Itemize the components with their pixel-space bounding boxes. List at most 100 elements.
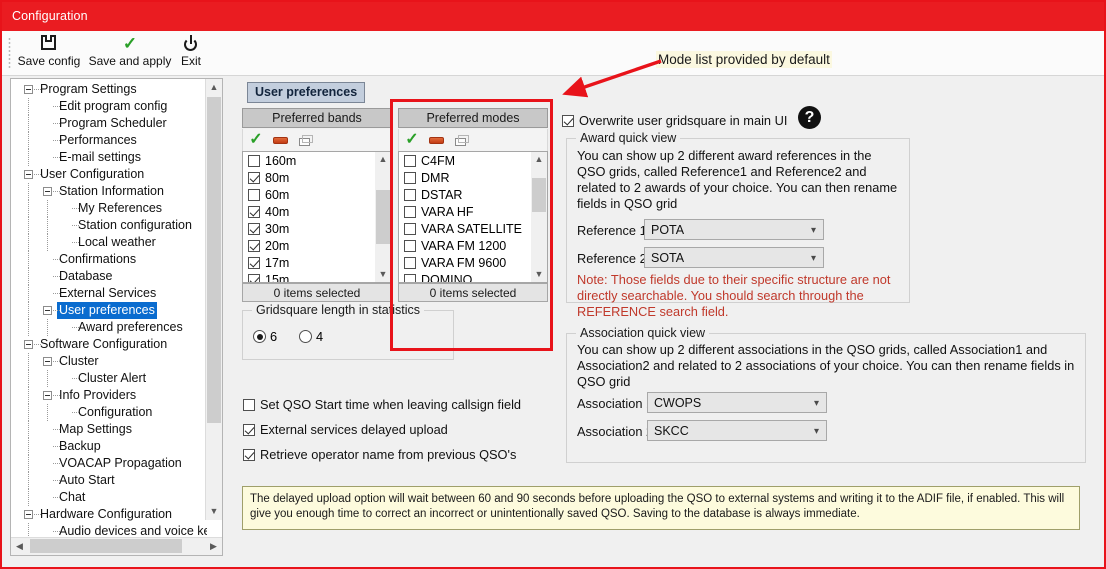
list-item[interactable]: VARA FM 9600 bbox=[399, 255, 531, 272]
sidebar-item-e-mail-settings[interactable]: E-mail settings bbox=[11, 149, 207, 166]
checkbox-overwrite-gridsquare[interactable]: Overwrite user gridsquare in main UI bbox=[562, 113, 787, 128]
list-item[interactable]: 40m bbox=[243, 204, 375, 221]
save-and-apply-button[interactable]: ✓ Save and apply bbox=[82, 33, 178, 73]
sidebar-item-confirmations[interactable]: Confirmations bbox=[11, 251, 207, 268]
checkbox-box[interactable] bbox=[404, 257, 416, 269]
sidebar-item-external-services[interactable]: External Services bbox=[11, 285, 207, 302]
checkbox-box[interactable] bbox=[248, 240, 260, 252]
gridsquare-option-6[interactable]: 6 bbox=[253, 329, 277, 344]
preferred-bands-body[interactable]: 160m 80m 60m 40m 30m 20m 17m 15m ▲ ▼ bbox=[242, 151, 392, 283]
list-item[interactable]: DSTAR bbox=[399, 187, 531, 204]
checkbox-box[interactable] bbox=[248, 189, 260, 201]
copy-icon[interactable] bbox=[451, 132, 469, 148]
tree-expander-icon[interactable] bbox=[43, 306, 52, 315]
list-item[interactable]: VARA FM 1200 bbox=[399, 238, 531, 255]
sidebar-item-station-information[interactable]: Station Information bbox=[11, 183, 207, 200]
reference-2-select[interactable]: SOTA ▾ bbox=[644, 247, 824, 268]
tree-expander-icon[interactable] bbox=[24, 85, 33, 94]
sidebar-item-configuration[interactable]: Configuration bbox=[11, 404, 207, 421]
sidebar-item-hardware-configuration[interactable]: Hardware Configuration bbox=[11, 506, 207, 523]
sidebar-item-backup[interactable]: Backup bbox=[11, 438, 207, 455]
check-all-icon[interactable]: ✓ bbox=[403, 132, 421, 148]
checkbox-box[interactable] bbox=[248, 223, 260, 235]
checkbox-box[interactable] bbox=[248, 206, 260, 218]
list-item[interactable]: 60m bbox=[243, 187, 375, 204]
tree-hscroll-thumb[interactable] bbox=[30, 539, 182, 553]
association-2-select[interactable]: SKCC ▾ bbox=[647, 420, 827, 441]
sidebar-item-user-preferences[interactable]: User preferences bbox=[11, 302, 207, 319]
copy-icon[interactable] bbox=[295, 132, 313, 148]
scroll-down-icon[interactable]: ▼ bbox=[206, 503, 222, 520]
checkbox-box[interactable] bbox=[404, 223, 416, 235]
sidebar-item-audio-devices-and-voice-keyer[interactable]: Audio devices and voice keyer bbox=[11, 523, 207, 537]
tree-vscroll-thumb[interactable] bbox=[207, 97, 221, 423]
exit-button[interactable]: Exit bbox=[172, 33, 210, 73]
bands-scroll-thumb[interactable] bbox=[376, 190, 390, 244]
preferred-modes-body[interactable]: C4FM DMR DSTAR VARA HF VARA SATELLITE VARA FM… bbox=[398, 151, 548, 283]
tree-vertical-scrollbar[interactable]: ▲ ▼ bbox=[205, 79, 222, 520]
uncheck-all-icon[interactable] bbox=[271, 132, 289, 148]
sidebar-item-local-weather[interactable]: Local weather bbox=[11, 234, 207, 251]
list-item[interactable]: VARA SATELLITE bbox=[399, 221, 531, 238]
sidebar-item-station-configuration[interactable]: Station configuration bbox=[11, 217, 207, 234]
check-all-icon[interactable]: ✓ bbox=[247, 132, 265, 148]
sidebar-item-info-providers[interactable]: Info Providers bbox=[11, 387, 207, 404]
radio-4[interactable] bbox=[299, 330, 312, 343]
checkbox-set-qso-start-time[interactable]: Set QSO Start time when leaving callsign… bbox=[243, 397, 521, 412]
settings-tree[interactable]: Program Settings Edit program config Progr… bbox=[11, 81, 207, 537]
tree-expander-icon[interactable] bbox=[43, 357, 52, 366]
scroll-right-icon[interactable]: ▶ bbox=[205, 538, 222, 555]
scroll-up-icon[interactable]: ▲ bbox=[375, 152, 391, 167]
checkbox-box[interactable] bbox=[404, 206, 416, 218]
checkbox-box[interactable] bbox=[248, 155, 260, 167]
list-item[interactable]: 30m bbox=[243, 221, 375, 238]
sidebar-item-performances[interactable]: Performances bbox=[11, 132, 207, 149]
gridsquare-option-4[interactable]: 4 bbox=[299, 329, 323, 344]
sidebar-item-database[interactable]: Database bbox=[11, 268, 207, 285]
checkbox-box[interactable] bbox=[404, 189, 416, 201]
checkbox-box[interactable] bbox=[248, 172, 260, 184]
tree-expander-icon[interactable] bbox=[24, 510, 33, 519]
sidebar-item-auto-start[interactable]: Auto Start bbox=[11, 472, 207, 489]
checkbox-box[interactable] bbox=[404, 172, 416, 184]
checkbox-box[interactable] bbox=[243, 449, 255, 461]
list-item[interactable]: 160m bbox=[243, 153, 375, 170]
checkbox-box[interactable] bbox=[562, 115, 574, 127]
list-item[interactable]: DOMINO bbox=[399, 272, 531, 282]
list-item[interactable]: 20m bbox=[243, 238, 375, 255]
sidebar-item-voacap-propagation[interactable]: VOACAP Propagation bbox=[11, 455, 207, 472]
scroll-down-icon[interactable]: ▼ bbox=[531, 267, 547, 282]
association-1-select[interactable]: CWOPS ▾ bbox=[647, 392, 827, 413]
list-item[interactable]: 17m bbox=[243, 255, 375, 272]
scroll-up-icon[interactable]: ▲ bbox=[531, 152, 547, 167]
tree-horizontal-scrollbar[interactable]: ◀ ▶ bbox=[11, 537, 222, 555]
sidebar-item-program-scheduler[interactable]: Program Scheduler bbox=[11, 115, 207, 132]
list-item[interactable]: 15m bbox=[243, 272, 375, 282]
sidebar-item-chat[interactable]: Chat bbox=[11, 489, 207, 506]
checkbox-box[interactable] bbox=[243, 399, 255, 411]
tree-expander-icon[interactable] bbox=[24, 340, 33, 349]
checkbox-external-services-delayed-upload[interactable]: External services delayed upload bbox=[243, 422, 448, 437]
sidebar-item-program-settings[interactable]: Program Settings bbox=[11, 81, 207, 98]
sidebar-item-cluster[interactable]: Cluster bbox=[11, 353, 207, 370]
tree-expander-icon[interactable] bbox=[43, 187, 52, 196]
radio-6[interactable] bbox=[253, 330, 266, 343]
checkbox-retrieve-operator-name[interactable]: Retrieve operator name from previous QSO… bbox=[243, 447, 516, 462]
scroll-left-icon[interactable]: ◀ bbox=[11, 538, 28, 555]
reference-1-select[interactable]: POTA ▾ bbox=[644, 219, 824, 240]
list-item[interactable]: VARA HF bbox=[399, 204, 531, 221]
tab-user-preferences[interactable]: User preferences bbox=[247, 82, 366, 103]
sidebar-item-user-configuration[interactable]: User Configuration bbox=[11, 166, 207, 183]
checkbox-box[interactable] bbox=[248, 274, 260, 282]
checkbox-box[interactable] bbox=[248, 257, 260, 269]
sidebar-item-cluster-alert[interactable]: Cluster Alert bbox=[11, 370, 207, 387]
list-item[interactable]: DMR bbox=[399, 170, 531, 187]
sidebar-item-map-settings[interactable]: Map Settings bbox=[11, 421, 207, 438]
checkbox-box[interactable] bbox=[404, 274, 416, 282]
scroll-down-icon[interactable]: ▼ bbox=[375, 267, 391, 282]
tree-expander-icon[interactable] bbox=[24, 170, 33, 179]
modes-scrollbar[interactable]: ▲ ▼ bbox=[531, 152, 547, 282]
save-config-button[interactable]: Save config bbox=[14, 33, 84, 73]
question-mark-icon[interactable]: ? bbox=[798, 106, 821, 129]
sidebar-item-edit-program-config[interactable]: Edit program config bbox=[11, 98, 207, 115]
